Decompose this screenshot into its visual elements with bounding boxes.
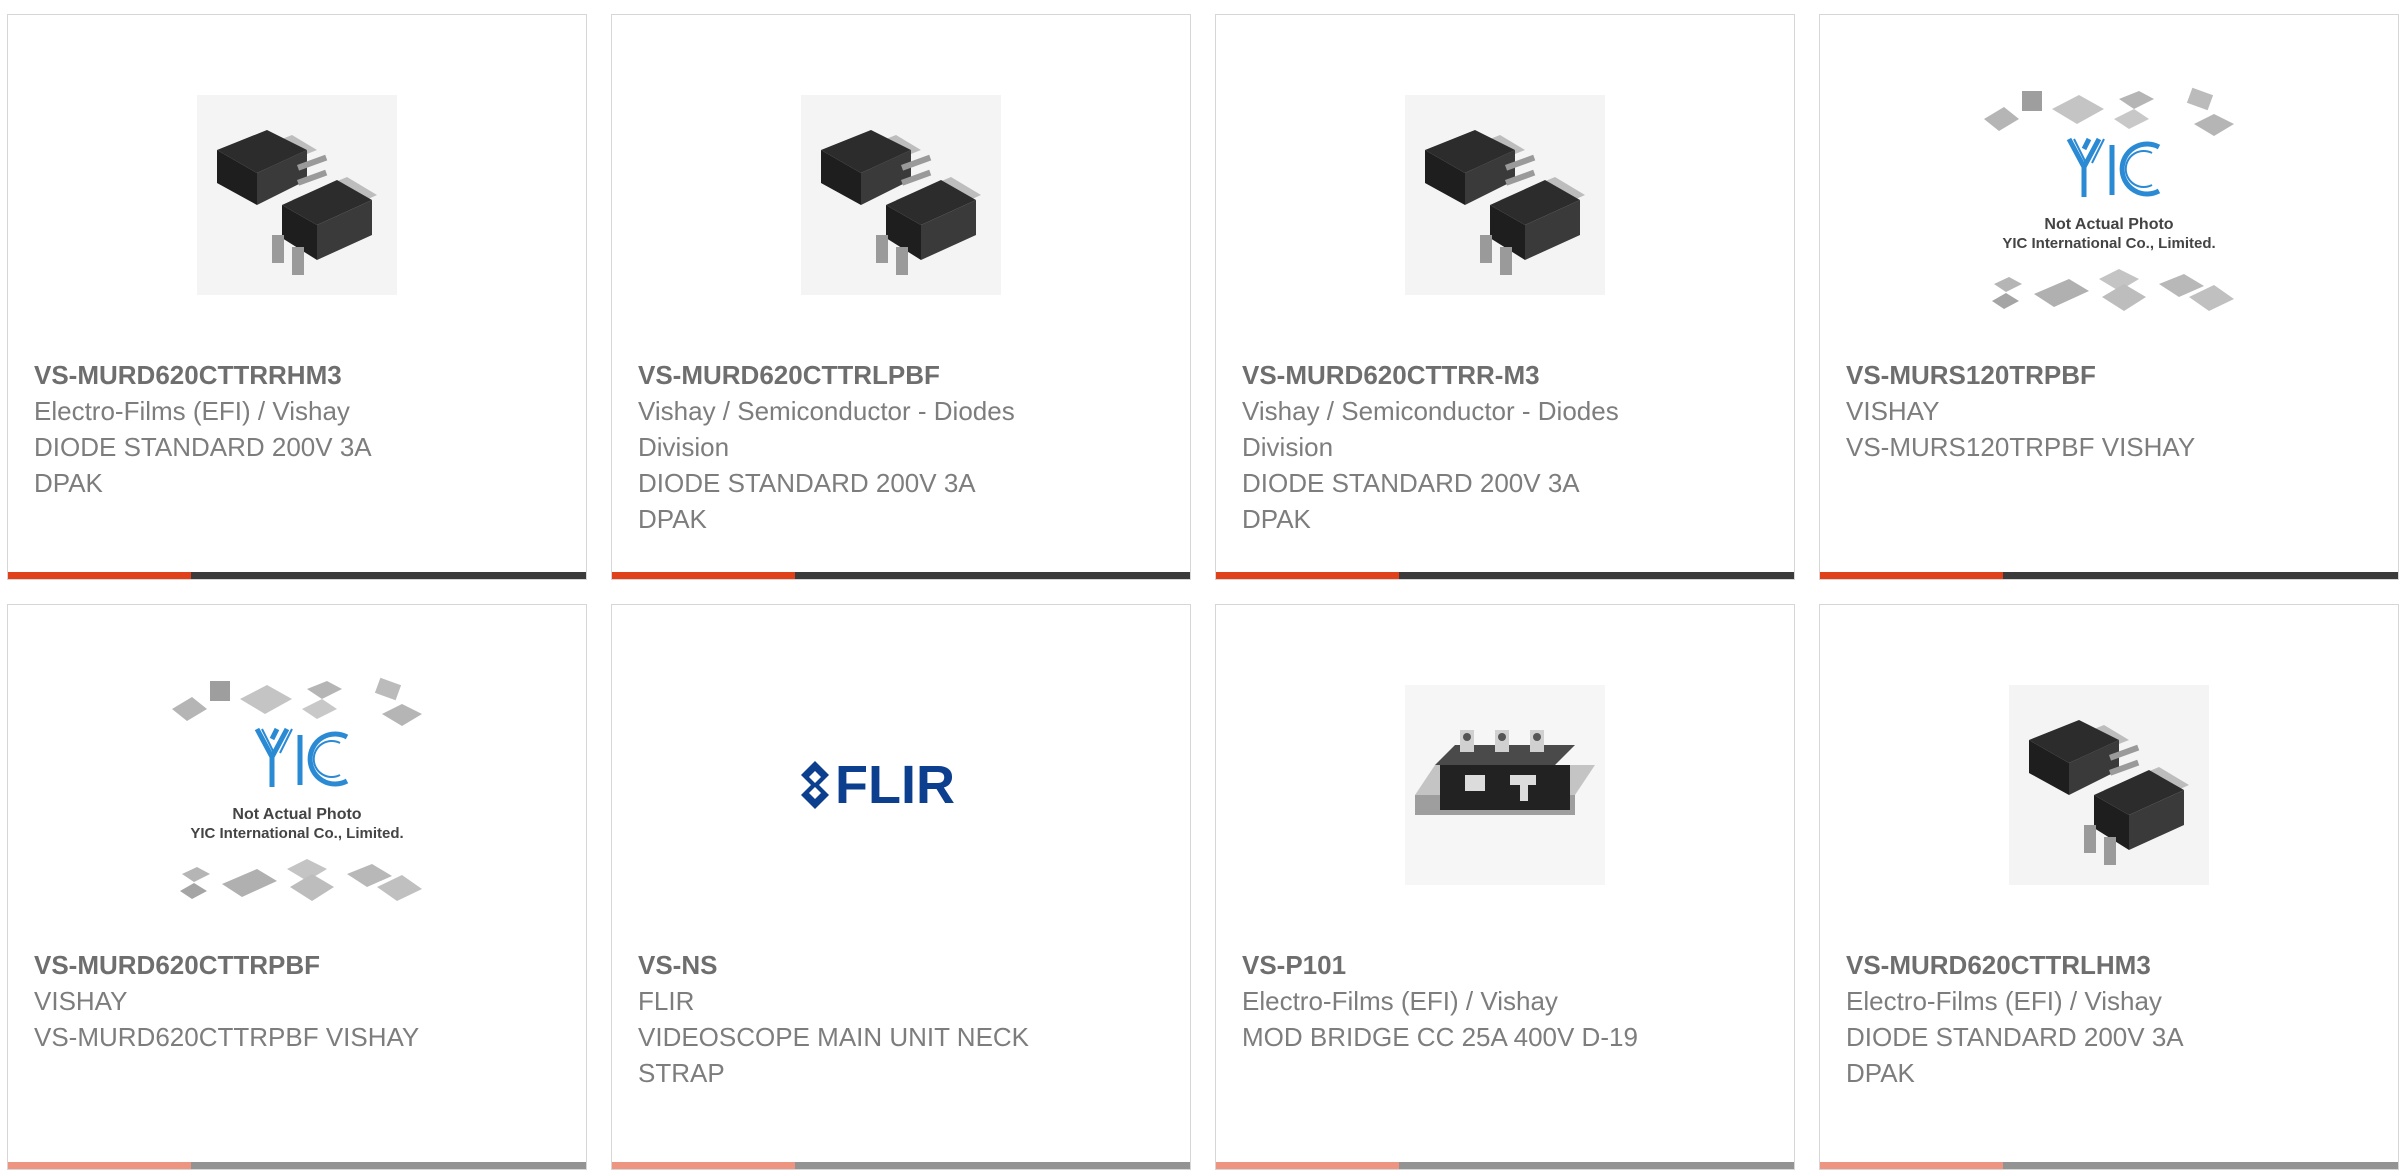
product-info: VS-P101 Electro-Films (EFI) / Vishay MOD… bbox=[1242, 947, 1654, 1055]
product-card[interactable]: Not Actual Photo YIC International Co., … bbox=[1819, 14, 2399, 580]
flir-logo-text: FLIR bbox=[835, 755, 955, 815]
card-accent bbox=[612, 572, 795, 579]
dpak-package-icon bbox=[801, 95, 1001, 295]
part-number[interactable]: VS-MURD620CTTRPBF bbox=[34, 947, 446, 983]
product-info: VS-MURD620CTTRLHM3 Electro-Films (EFI) /… bbox=[1846, 947, 2258, 1091]
product-card[interactable]: VS-MURD620CTTRRHM3 Electro-Films (EFI) /… bbox=[7, 14, 587, 580]
description: DIODE STANDARD 200V 3A DPAK bbox=[1846, 1022, 2183, 1088]
yic-placeholder-icon: Not Actual Photo YIC International Co., … bbox=[1984, 87, 2234, 311]
card-bottom-bar bbox=[1820, 1162, 2398, 1169]
card-bottom-bar bbox=[612, 572, 1190, 579]
card-accent bbox=[612, 1162, 795, 1169]
product-image[interactable]: FLIR bbox=[612, 665, 1190, 905]
manufacturer: FLIR bbox=[638, 986, 695, 1016]
product-card[interactable]: VS-MURD620CTTRLHM3 Electro-Films (EFI) /… bbox=[1819, 604, 2399, 1170]
product-info: VS-MURS120TRPBF VISHAY VS-MURS120TRPBF V… bbox=[1846, 357, 2258, 465]
card-accent bbox=[1216, 572, 1399, 579]
manufacturer: Electro-Films (EFI) / Vishay bbox=[34, 396, 350, 426]
placeholder-caption: YIC International Co., Limited. bbox=[190, 825, 403, 842]
card-bottom-bar bbox=[1216, 572, 1794, 579]
product-image[interactable] bbox=[612, 75, 1190, 315]
manufacturer: Vishay / Semiconductor - Diodes Division bbox=[1242, 396, 1619, 462]
card-accent bbox=[8, 1162, 191, 1169]
product-image[interactable]: Not Actual Photo YIC International Co., … bbox=[8, 649, 586, 939]
part-number[interactable]: VS-MURS120TRPBF bbox=[1846, 357, 2258, 393]
description: VS-MURS120TRPBF VISHAY bbox=[1846, 432, 2196, 462]
part-number[interactable]: VS-MURD620CTTRRHM3 bbox=[34, 357, 446, 393]
card-bottom-bar bbox=[612, 1162, 1190, 1169]
dpak-package-icon bbox=[197, 95, 397, 295]
product-image[interactable] bbox=[1216, 75, 1794, 315]
card-bottom-bar bbox=[8, 572, 586, 579]
part-number[interactable]: VS-P101 bbox=[1242, 947, 1654, 983]
manufacturer: VISHAY bbox=[1846, 396, 1940, 426]
part-number[interactable]: VS-MURD620CTTRR-M3 bbox=[1242, 357, 1654, 393]
description: VIDEOSCOPE MAIN UNIT NECK STRAP bbox=[638, 1022, 1030, 1088]
card-bottom-bar bbox=[1820, 572, 2398, 579]
product-info: VS-MURD620CTTRPBF VISHAY VS-MURD620CTTRP… bbox=[34, 947, 446, 1055]
placeholder-caption: Not Actual Photo bbox=[2044, 216, 2173, 233]
card-accent bbox=[8, 572, 191, 579]
manufacturer: Electro-Films (EFI) / Vishay bbox=[1846, 986, 2162, 1016]
manufacturer: Vishay / Semiconductor - Diodes Division bbox=[638, 396, 1015, 462]
card-accent bbox=[1820, 572, 2003, 579]
product-card[interactable]: VS-P101 Electro-Films (EFI) / Vishay MOD… bbox=[1215, 604, 1795, 1170]
flir-logo-icon: FLIR bbox=[801, 755, 955, 815]
description: DIODE STANDARD 200V 3A DPAK bbox=[34, 432, 371, 498]
product-grid: VS-MURD620CTTRRHM3 Electro-Films (EFI) /… bbox=[7, 14, 2400, 1170]
product-image[interactable]: Not Actual Photo YIC International Co., … bbox=[1820, 59, 2398, 349]
card-bottom-bar bbox=[8, 1162, 586, 1169]
product-card[interactable]: VS-MURD620CTTRR-M3 Vishay / Semiconducto… bbox=[1215, 14, 1795, 580]
manufacturer: VISHAY bbox=[34, 986, 128, 1016]
bridge-module-icon bbox=[1405, 685, 1605, 885]
dpak-package-icon bbox=[1405, 95, 1605, 295]
part-number[interactable]: VS-MURD620CTTRLHM3 bbox=[1846, 947, 2258, 983]
product-card[interactable]: VS-MURD620CTTRLPBF Vishay / Semiconducto… bbox=[611, 14, 1191, 580]
placeholder-caption: Not Actual Photo bbox=[232, 806, 361, 823]
description: VS-MURD620CTTRPBF VISHAY bbox=[34, 1022, 420, 1052]
product-info: VS-NS FLIR VIDEOSCOPE MAIN UNIT NECK STR… bbox=[638, 947, 1050, 1091]
description: MOD BRIDGE CC 25A 400V D-19 bbox=[1242, 1022, 1638, 1052]
card-accent bbox=[1820, 1162, 2003, 1169]
manufacturer: Electro-Films (EFI) / Vishay bbox=[1242, 986, 1558, 1016]
product-info: VS-MURD620CTTRRHM3 Electro-Films (EFI) /… bbox=[34, 357, 446, 501]
product-image[interactable] bbox=[1820, 665, 2398, 905]
product-image[interactable] bbox=[8, 75, 586, 315]
product-image[interactable] bbox=[1216, 665, 1794, 905]
product-info: VS-MURD620CTTRLPBF Vishay / Semiconducto… bbox=[638, 357, 1050, 537]
part-number[interactable]: VS-NS bbox=[638, 947, 1050, 983]
description: DIODE STANDARD 200V 3A DPAK bbox=[1242, 468, 1579, 534]
description: DIODE STANDARD 200V 3A DPAK bbox=[638, 468, 975, 534]
dpak-package-icon bbox=[2009, 685, 2209, 885]
card-bottom-bar bbox=[1216, 1162, 1794, 1169]
card-accent bbox=[1216, 1162, 1399, 1169]
yic-placeholder-icon: Not Actual Photo YIC International Co., … bbox=[172, 677, 422, 901]
placeholder-caption: YIC International Co., Limited. bbox=[2002, 235, 2215, 252]
product-card[interactable]: FLIR VS-NS FLIR VIDEOSCOPE MAIN UNIT NEC… bbox=[611, 604, 1191, 1170]
part-number[interactable]: VS-MURD620CTTRLPBF bbox=[638, 357, 1050, 393]
product-info: VS-MURD620CTTRR-M3 Vishay / Semiconducto… bbox=[1242, 357, 1654, 537]
product-card[interactable]: Not Actual Photo YIC International Co., … bbox=[7, 604, 587, 1170]
